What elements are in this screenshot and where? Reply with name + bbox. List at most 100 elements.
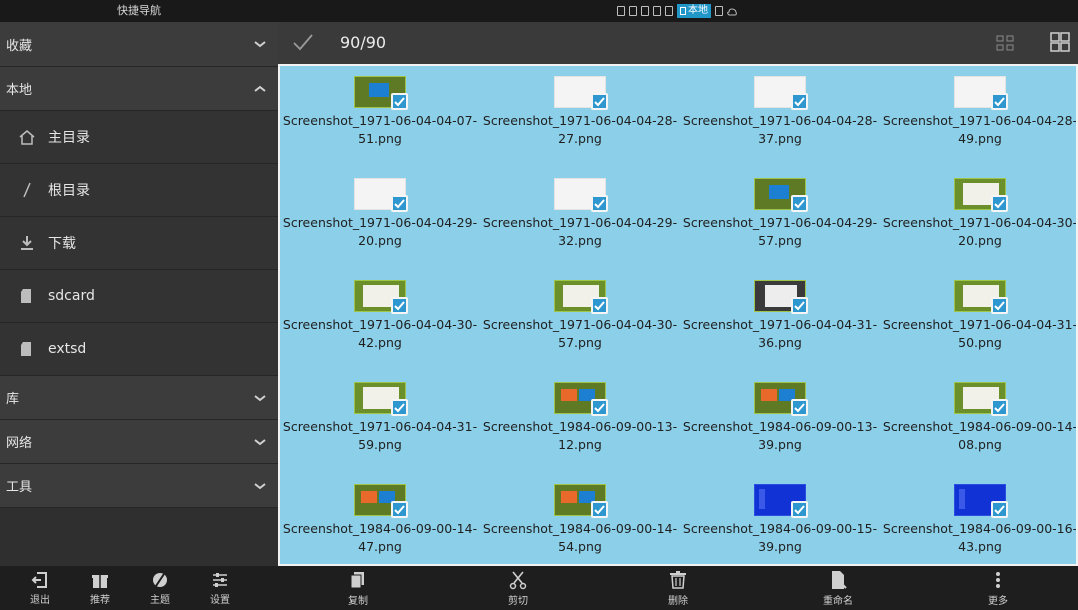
file-item[interactable]: Screenshot_1984-06-09-00-14-08.png: [880, 372, 1076, 472]
sidebar-section-local[interactable]: 本地: [0, 67, 278, 111]
gift-icon: [91, 571, 109, 589]
file-name: Screenshot_1971-06-04-04-29-32.png: [482, 215, 678, 248]
checkbox-checked-icon[interactable]: [991, 195, 1008, 212]
checkbox-checked-icon[interactable]: [591, 501, 608, 518]
section-label: 收藏: [6, 38, 33, 54]
cut-button[interactable]: 剪切: [438, 566, 598, 610]
sidebar-item-sdcard[interactable]: sdcard: [0, 270, 278, 323]
check-icon[interactable]: [292, 32, 314, 52]
tab-local-active[interactable]: 本地: [677, 4, 711, 18]
file-item[interactable]: Screenshot_1984-06-09-00-13-39.png: [680, 372, 880, 472]
delete-label: 删除: [668, 595, 688, 607]
file-item[interactable]: Screenshot_1971-06-04-04-30-20.png: [880, 168, 1076, 268]
recommend-button[interactable]: 推荐: [70, 566, 130, 610]
rename-label: 重命名: [823, 595, 853, 607]
checkbox-checked-icon[interactable]: [391, 93, 408, 110]
checkbox-checked-icon[interactable]: [991, 93, 1008, 110]
checkbox-checked-icon[interactable]: [591, 195, 608, 212]
file-name: Screenshot_1971-06-04-04-31-50.png: [882, 317, 1078, 350]
file-item[interactable]: Screenshot_1984-06-09-00-15-39.png: [680, 474, 880, 564]
tab-icon[interactable]: [665, 6, 673, 16]
sidebar-section-favorites[interactable]: 收藏: [0, 22, 278, 67]
file-name: Screenshot_1971-06-04-04-28-37.png: [682, 113, 878, 146]
checkbox-checked-icon[interactable]: [791, 195, 808, 212]
quick-nav-title[interactable]: 快捷导航: [0, 0, 278, 22]
sidebar-item-root[interactable]: 根目录: [0, 164, 278, 217]
copy-label: 复制: [348, 595, 368, 607]
exit-button[interactable]: 退出: [10, 566, 70, 610]
checkbox-checked-icon[interactable]: [591, 297, 608, 314]
checkbox-checked-icon[interactable]: [991, 399, 1008, 416]
tab-icon[interactable]: [629, 6, 637, 16]
sdcard-icon: [18, 340, 36, 358]
file-name: Screenshot_1984-06-09-00-16-43.png: [882, 521, 1078, 554]
checkbox-checked-icon[interactable]: [791, 93, 808, 110]
checkbox-checked-icon[interactable]: [391, 399, 408, 416]
checkbox-checked-icon[interactable]: [391, 195, 408, 212]
tab-icon[interactable]: [617, 6, 625, 16]
cut-icon: [508, 570, 528, 590]
file-item[interactable]: Screenshot_1971-06-04-04-28-27.png: [480, 66, 680, 166]
section-label: 库: [6, 392, 20, 407]
copy-button[interactable]: 复制: [278, 566, 438, 610]
list-view-icon[interactable]: [995, 33, 1015, 53]
file-name: Screenshot_1971-06-04-04-28-27.png: [482, 113, 678, 146]
sidebar-item-label: 下载: [48, 236, 76, 252]
tab-icon[interactable]: [653, 6, 661, 16]
sidebar-item-extsd[interactable]: extsd: [0, 323, 278, 376]
section-label: 本地: [6, 83, 33, 98]
file-item[interactable]: Screenshot_1971-06-04-04-31-59.png: [280, 372, 480, 472]
file-item[interactable]: Screenshot_1984-06-09-00-14-54.png: [480, 474, 680, 564]
checkbox-checked-icon[interactable]: [591, 399, 608, 416]
more-button[interactable]: 更多: [918, 566, 1078, 610]
cloud-icon[interactable]: [727, 7, 737, 16]
file-item[interactable]: Screenshot_1971-06-04-04-29-32.png: [480, 168, 680, 268]
tab-icon[interactable]: [715, 6, 723, 16]
more-icon: [988, 570, 1008, 590]
theme-icon: [151, 571, 169, 589]
checkbox-checked-icon[interactable]: [991, 501, 1008, 518]
delete-icon: [668, 570, 688, 590]
top-status-bar: 快捷导航 本地: [0, 0, 1078, 22]
file-item[interactable]: Screenshot_1971-06-04-04-30-57.png: [480, 270, 680, 370]
sidebar-section-library[interactable]: 库: [0, 376, 278, 420]
file-item[interactable]: Screenshot_1984-06-09-00-16-43.png: [880, 474, 1078, 564]
file-item[interactable]: Screenshot_1971-06-04-04-30-42.png: [280, 270, 480, 370]
file-item[interactable]: Screenshot_1971-06-04-04-28-49.png: [880, 66, 1076, 166]
chevron-down-icon: [254, 394, 266, 401]
file-item[interactable]: Screenshot_1971-06-04-04-07-51.png: [280, 66, 480, 166]
sidebar-toolbar: 退出 推荐 主题 设置: [0, 566, 278, 610]
sidebar-item-download[interactable]: 下载: [0, 217, 278, 270]
file-item[interactable]: Screenshot_1971-06-04-04-31-36.png: [680, 270, 880, 370]
checkbox-checked-icon[interactable]: [791, 297, 808, 314]
file-item[interactable]: Screenshot_1971-06-04-04-29-20.png: [280, 168, 480, 268]
sidebar-section-tools[interactable]: 工具: [0, 464, 278, 508]
checkbox-checked-icon[interactable]: [391, 297, 408, 314]
file-item[interactable]: Screenshot_1971-06-04-04-28-37.png: [680, 66, 880, 166]
sidebar-section-network[interactable]: 网络: [0, 420, 278, 464]
file-name: Screenshot_1971-06-04-04-31-36.png: [682, 317, 878, 350]
checkbox-checked-icon[interactable]: [591, 93, 608, 110]
file-item[interactable]: Screenshot_1971-06-04-04-31-50.png: [880, 270, 1078, 370]
theme-label: 主题: [150, 594, 170, 606]
file-item[interactable]: Screenshot_1971-06-04-04-29-57.png: [680, 168, 880, 268]
file-item[interactable]: Screenshot_1984-06-09-00-13-12.png: [480, 372, 680, 472]
settings-button[interactable]: 设置: [190, 566, 250, 610]
sidebar-item-label: 根目录: [48, 183, 90, 199]
rename-button[interactable]: 重命名: [758, 566, 918, 610]
recommend-label: 推荐: [90, 594, 110, 606]
sidebar-item-home[interactable]: 主目录: [0, 111, 278, 164]
file-item[interactable]: Screenshot_1984-06-09-00-14-47.png: [280, 474, 480, 564]
checkbox-checked-icon[interactable]: [791, 501, 808, 518]
grid-view-icon[interactable]: [1049, 31, 1071, 53]
checkbox-checked-icon[interactable]: [791, 399, 808, 416]
copy-icon: [348, 570, 368, 590]
file-name: Screenshot_1984-06-09-00-13-12.png: [482, 419, 678, 452]
checkbox-checked-icon[interactable]: [991, 297, 1008, 314]
tab-icon[interactable]: [641, 6, 649, 16]
chevron-down-icon: [254, 41, 266, 48]
file-grid: Screenshot_1971-06-04-04-07-51.png Screen…: [278, 64, 1078, 566]
checkbox-checked-icon[interactable]: [391, 501, 408, 518]
theme-button[interactable]: 主题: [130, 566, 190, 610]
delete-button[interactable]: 删除: [598, 566, 758, 610]
